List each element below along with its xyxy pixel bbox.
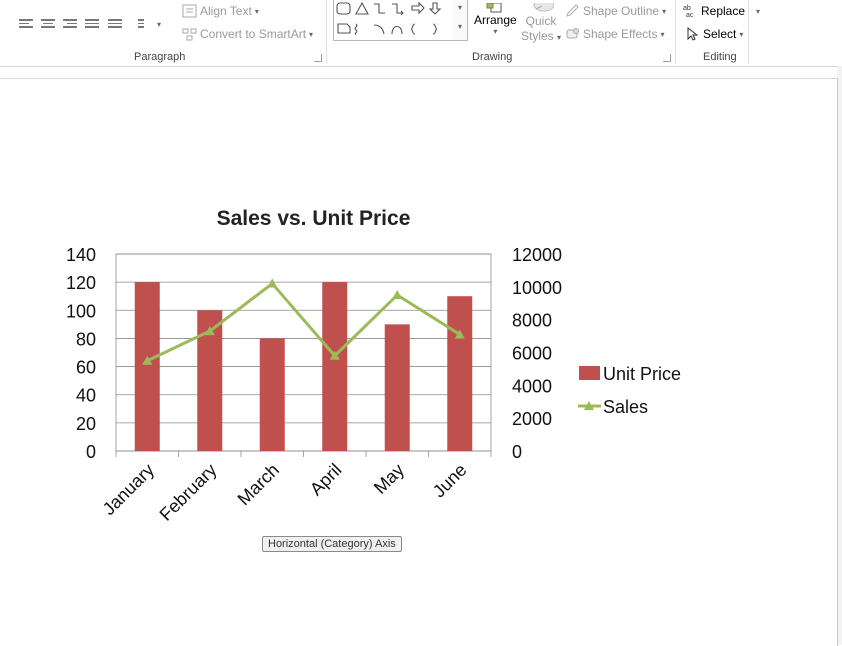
legend-label-sales: Sales (603, 397, 648, 417)
y-left-tick-label: 40 (76, 386, 96, 406)
bar-unit-price (384, 324, 410, 451)
y-left-tick-label: 100 (66, 301, 96, 321)
x-category-label: May (370, 460, 408, 498)
plot-area-border (115, 253, 492, 452)
legend-label-unit-price: Unit Price (603, 364, 681, 384)
axis-tooltip: Horizontal (Category) Axis (262, 536, 402, 552)
bar-unit-price (259, 338, 285, 451)
bar-unit-price (322, 282, 348, 451)
y-left-tick-label: 0 (86, 442, 96, 462)
y-right-tick-label: 0 (512, 442, 522, 462)
y-right-tick-label: 2000 (512, 409, 552, 429)
chart-title: Sales vs. Unit Price (217, 207, 411, 230)
sales-marker (267, 278, 278, 288)
x-category-label: June (429, 460, 471, 502)
y-right-tick-label: 8000 (512, 311, 552, 331)
y-left-tick-label: 140 (66, 245, 96, 265)
x-category-label: January (99, 460, 158, 519)
y-left-tick-label: 20 (76, 414, 96, 434)
y-right-tick-label: 4000 (512, 376, 552, 396)
line-sales (146, 282, 461, 363)
y-right-tick-label: 6000 (512, 344, 552, 364)
y-left-tick-label: 60 (76, 358, 96, 378)
x-category-label: February (156, 460, 221, 525)
legend-swatch-unit-price (579, 366, 600, 380)
y-right-tick-label: 12000 (512, 245, 562, 265)
y-right-tick-label: 10000 (512, 278, 562, 298)
y-left-tick-label: 80 (76, 329, 96, 349)
x-category-label: April (306, 460, 346, 500)
sales-marker (392, 290, 403, 300)
bar-unit-price (447, 296, 473, 451)
x-category-label: March (234, 460, 284, 510)
chart[interactable]: Sales vs. Unit Price 0 20 40 60 80 100 120 140 0 2… (0, 0, 842, 645)
bar-unit-price (134, 282, 160, 451)
y-left-tick-label: 120 (66, 273, 96, 293)
